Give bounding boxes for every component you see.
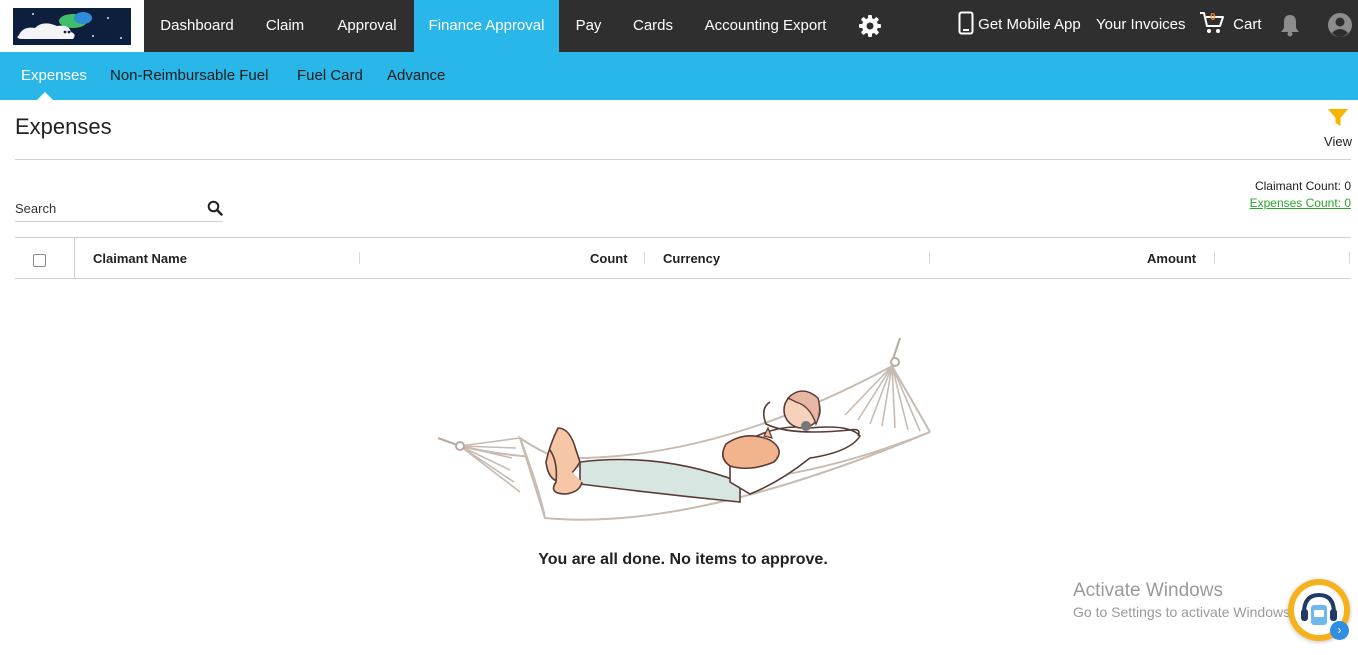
active-tab-indicator xyxy=(37,92,53,100)
column-header-amount[interactable]: Amount xyxy=(1147,238,1196,278)
chevron-right-icon[interactable]: › xyxy=(1330,621,1349,640)
column-separator[interactable] xyxy=(359,252,360,264)
nav-dashboard[interactable]: Dashboard xyxy=(144,0,250,52)
filter-funnel-icon xyxy=(1328,109,1348,126)
subtab-expenses[interactable]: Expenses xyxy=(21,52,87,100)
get-mobile-app-link[interactable]: Get Mobile App xyxy=(958,0,1081,50)
expenses-count-link[interactable]: Expenses Count: 0 xyxy=(1250,196,1351,210)
subtab-non-reimbursable-fuel[interactable]: Non-Reimbursable Fuel xyxy=(110,52,268,100)
table-header: Claimant Name Count Currency Amount xyxy=(15,237,1351,279)
column-separator[interactable] xyxy=(644,252,645,264)
column-header-claimant-name[interactable]: Claimant Name xyxy=(93,238,187,278)
page-title: Expenses xyxy=(15,114,112,139)
logo-image xyxy=(13,8,131,45)
hammock-illustration xyxy=(430,332,940,532)
column-header-currency[interactable]: Currency xyxy=(663,238,720,278)
sub-nav-bar: Expenses Non-Reimbursable Fuel Fuel Card… xyxy=(0,52,1358,100)
nav-finance-approval[interactable]: Finance Approval xyxy=(414,0,559,52)
search-box xyxy=(15,196,223,222)
mobile-phone-icon xyxy=(958,11,974,35)
user-avatar-icon[interactable] xyxy=(1327,12,1353,38)
header-divider xyxy=(15,159,1351,160)
activate-windows-subtitle: Go to Settings to activate Windows. xyxy=(1073,604,1294,620)
column-separator[interactable] xyxy=(1349,252,1350,264)
search-input[interactable] xyxy=(15,196,200,220)
company-logo[interactable] xyxy=(0,0,144,52)
logo-graphic-icon xyxy=(13,8,131,45)
cart-count-badge: 0 xyxy=(1210,12,1216,23)
activate-windows-title: Activate Windows xyxy=(1073,580,1223,601)
nav-cards[interactable]: Cards xyxy=(618,0,688,52)
view-filter-button[interactable]: View xyxy=(1320,108,1356,152)
nav-claim[interactable]: Claim xyxy=(250,0,320,52)
nav-approval[interactable]: Approval xyxy=(320,0,414,52)
search-icon[interactable] xyxy=(207,200,223,216)
cart-link[interactable]: Cart xyxy=(1199,0,1262,50)
subtab-fuel-card[interactable]: Fuel Card xyxy=(297,52,363,100)
view-filter-label: View xyxy=(1324,134,1352,149)
subtab-advance[interactable]: Advance xyxy=(387,52,445,100)
select-all-cell xyxy=(15,238,75,278)
your-invoices-link[interactable]: Your Invoices xyxy=(1096,0,1186,50)
column-separator[interactable] xyxy=(929,252,930,264)
empty-state-message: You are all done. No items to approve. xyxy=(538,551,828,568)
bell-icon[interactable] xyxy=(1279,13,1301,37)
cart-label: Cart xyxy=(1233,16,1262,33)
column-header-count[interactable]: Count xyxy=(590,238,628,278)
column-separator[interactable] xyxy=(1214,252,1215,264)
gear-icon[interactable] xyxy=(858,14,882,38)
nav-pay[interactable]: Pay xyxy=(559,0,618,52)
get-mobile-app-label: Get Mobile App xyxy=(978,16,1081,33)
top-nav-bar: Dashboard Claim Approval Finance Approva… xyxy=(0,0,1358,52)
select-all-checkbox[interactable] xyxy=(33,254,46,267)
nav-accounting-export[interactable]: Accounting Export xyxy=(688,0,843,52)
claimant-count: Claimant Count: 0 xyxy=(1254,179,1351,193)
